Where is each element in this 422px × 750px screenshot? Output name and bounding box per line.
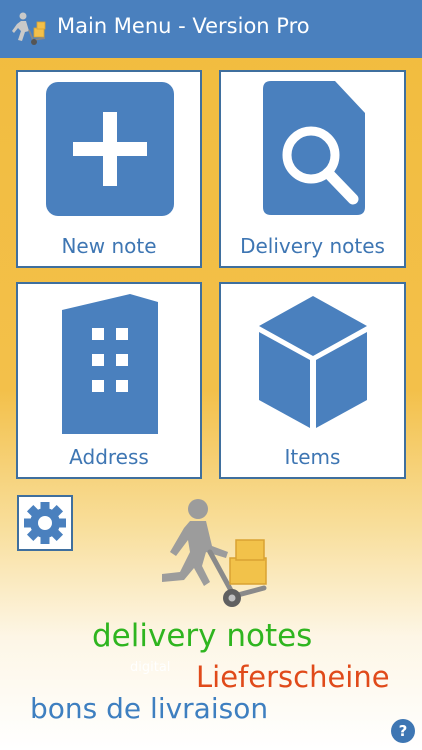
gear-icon [24,502,66,544]
address-button[interactable]: Address [16,282,202,479]
tagline-bons-de-livraison: bons de livraison [30,692,269,725]
building-icon [62,294,158,434]
tagline-lieferscheine: Lieferscheine [196,660,390,694]
items-label: Items [284,445,341,469]
delivery-notes-label: Delivery notes [240,234,385,258]
settings-button[interactable] [17,495,73,551]
courier-illustration [162,499,267,607]
new-note-button[interactable]: New note [16,70,202,268]
plus-icon [46,82,174,216]
document-search-icon [263,81,365,215]
tagline-delivery-notes: delivery notes [92,618,313,654]
title-bar: Main Menu - Version Pro [0,0,422,58]
tagline-digital: digital [130,660,171,675]
help-button[interactable]: ? [391,719,415,743]
app-logo-icon [12,12,46,45]
address-label: Address [69,445,149,469]
cube-icon [259,296,367,428]
delivery-notes-button[interactable]: Delivery notes [219,70,406,268]
items-button[interactable]: Items [219,282,406,479]
page-title: Main Menu - Version Pro [57,14,310,38]
new-note-label: New note [61,234,157,258]
